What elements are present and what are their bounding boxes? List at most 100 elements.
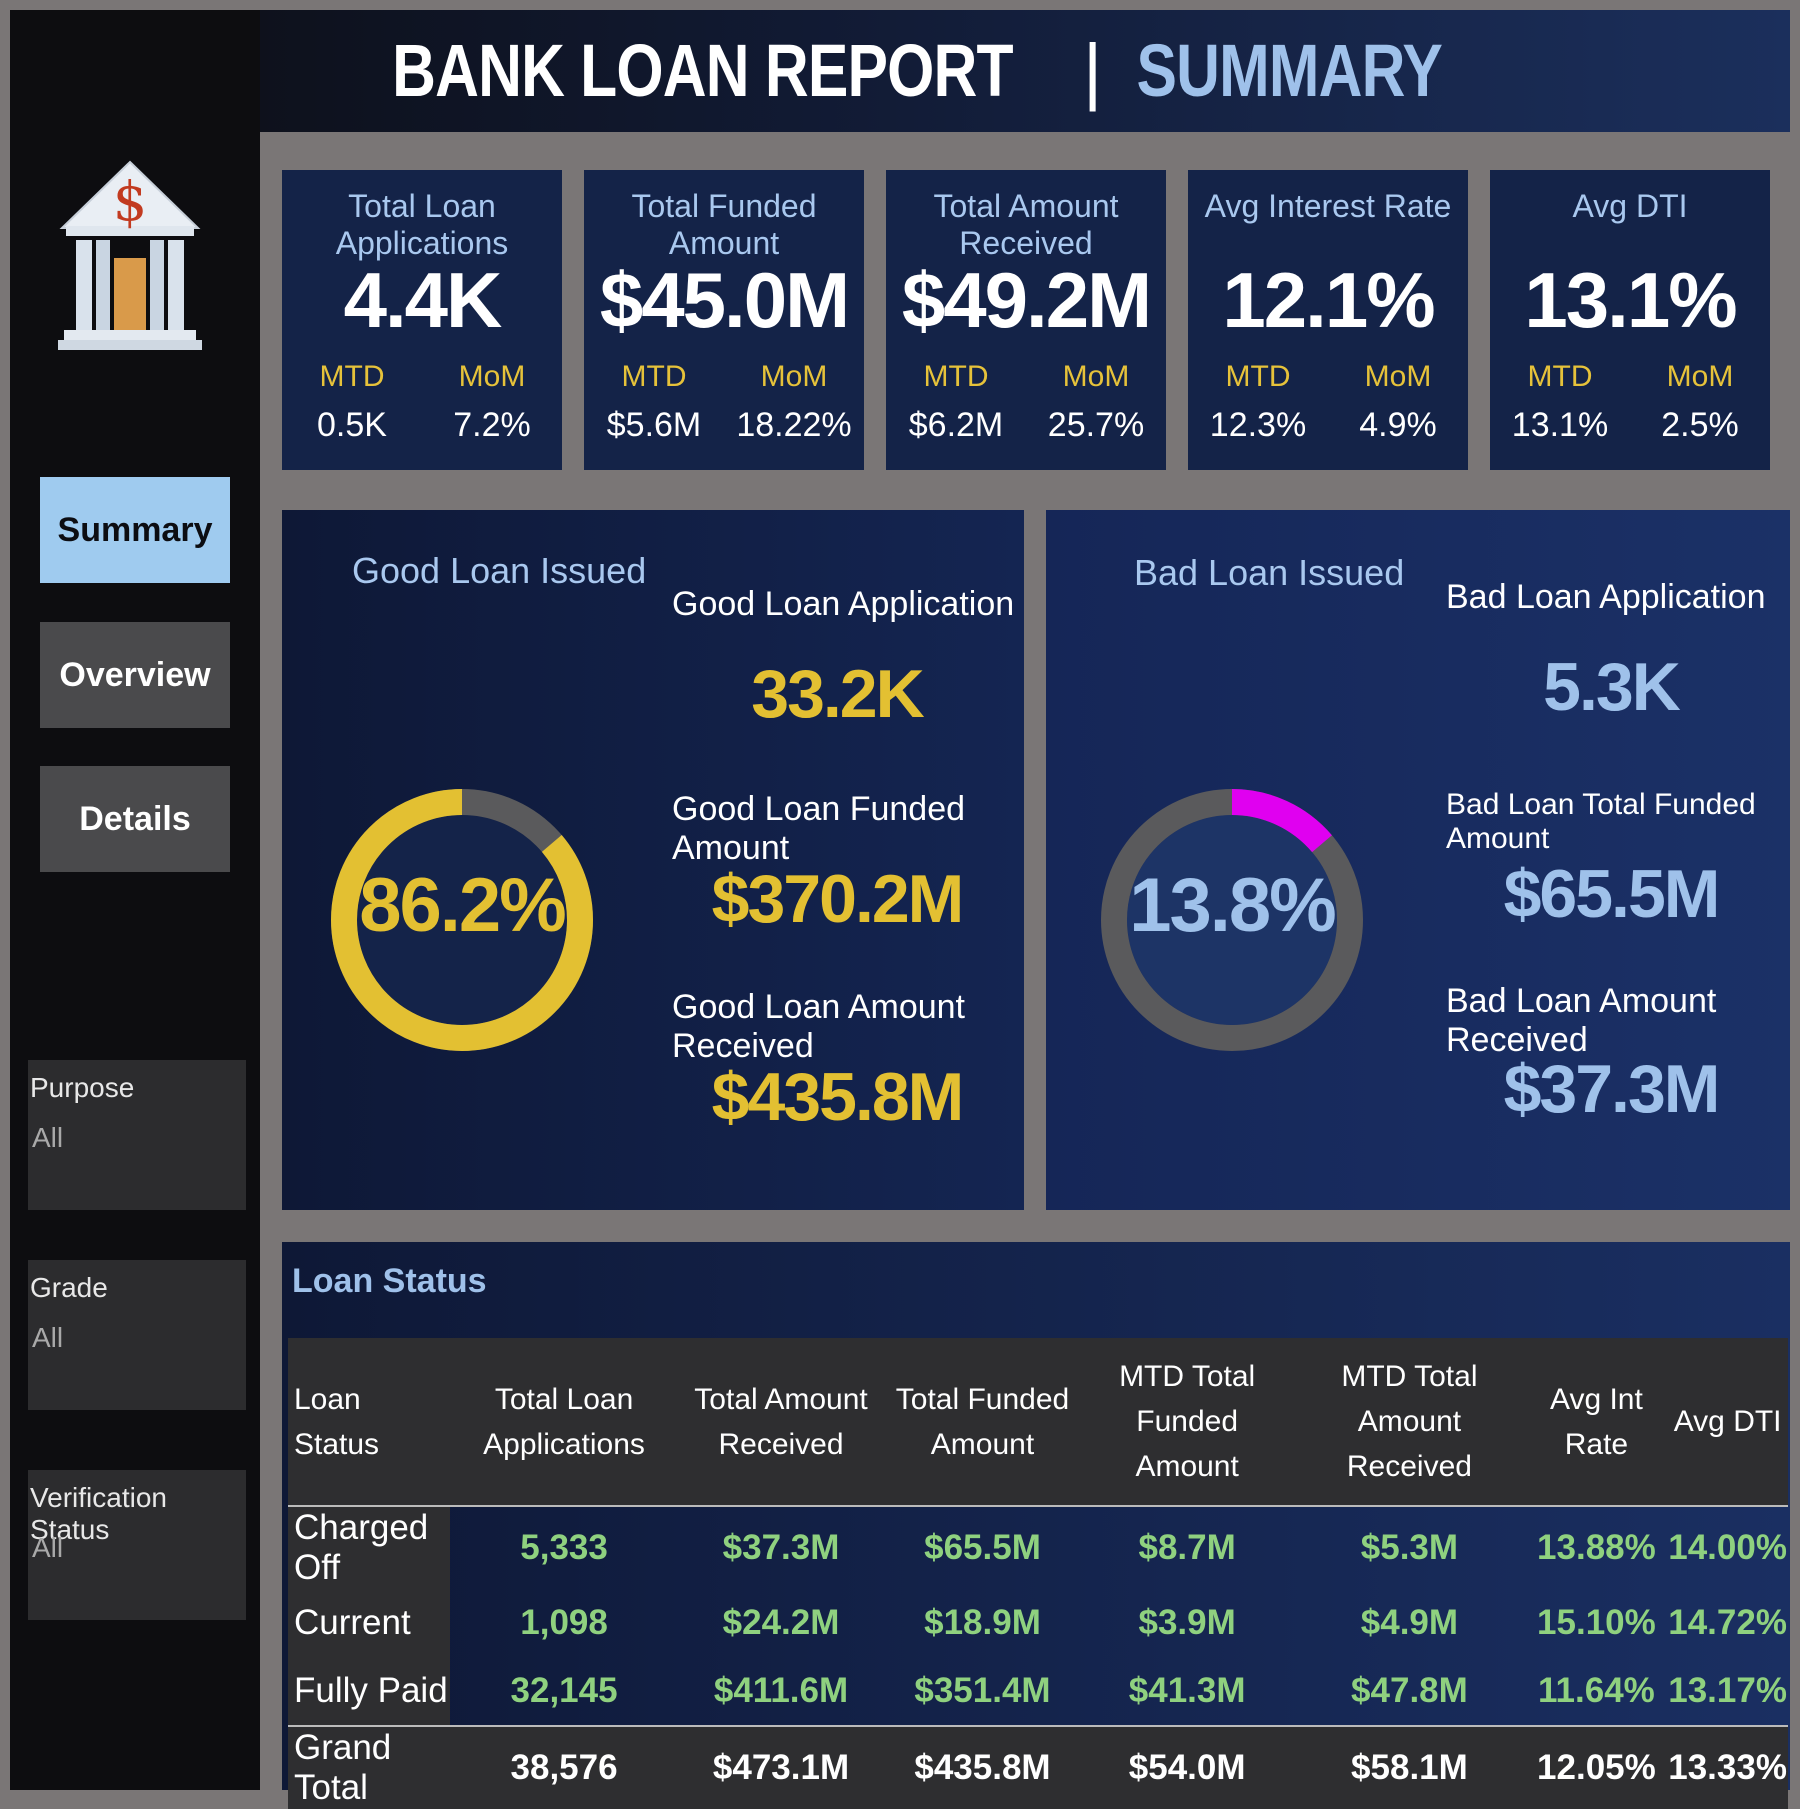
nav-details-button[interactable]: Details <box>40 766 230 872</box>
table-cell: $18.9M <box>924 1603 1041 1642</box>
bad-loan-received-value: $37.3M <box>1503 1051 1721 1127</box>
kpi-mom-label: MoM <box>458 360 526 393</box>
good-loan-title: Good Loan Issued <box>352 550 647 591</box>
table-cell: 12.05% <box>1525 1725 1668 1809</box>
table-cell: 14.72% <box>1668 1603 1787 1642</box>
good-loan-application-label: Good Loan Application <box>672 585 1015 623</box>
table-cell: $435.8M <box>883 1725 1082 1809</box>
kpi-label: Avg DTI <box>1572 188 1688 224</box>
sidebar: $ Summary Overview Details Purpose All G… <box>10 10 260 1790</box>
bad-loan-panel: Bad Loan Issued 13.8% Bad Loan Applicati… <box>1046 510 1790 1210</box>
kpi-mtd-value: 0.5K <box>317 406 387 444</box>
kpi-mom-value: 7.2% <box>453 406 531 444</box>
column-header: Avg Int Rate <box>1525 1338 1668 1507</box>
table-cell: 13.33% <box>1667 1725 1788 1809</box>
table-cell: 13.88% <box>1537 1528 1656 1567</box>
filter-verification-status-value[interactable]: All <box>32 1532 63 1564</box>
bank-dollar-icon: $ <box>58 160 202 350</box>
loan-status-title: Loan Status <box>292 1262 487 1300</box>
good-loan-percent: 86.2% <box>359 863 567 948</box>
table-cell: 38,576 <box>450 1725 679 1809</box>
bad-loan-application-value: 5.3K <box>1543 649 1681 725</box>
kpi-value: 13.1% <box>1524 256 1737 344</box>
filter-grade-label: Grade <box>30 1272 108 1303</box>
filter-grade-value[interactable]: All <box>32 1322 63 1354</box>
title-main: BANK LOAN REPORT <box>392 28 1013 112</box>
bad-loan-percent: 13.8% <box>1129 863 1337 948</box>
kpi-mom-label: MoM <box>1062 360 1130 393</box>
bad-loan-funded-value: $65.5M <box>1503 856 1721 932</box>
kpi-mom-label: MoM <box>1666 360 1734 393</box>
table-cell: $37.3M <box>722 1528 840 1567</box>
table-cell: $5.3M <box>1360 1528 1459 1567</box>
good-loan-funded-value: $370.2M <box>711 861 965 937</box>
table-cell: Grand Total <box>288 1725 450 1809</box>
filter-purpose[interactable]: Purpose All <box>28 1060 246 1210</box>
table-cell: $54.0M <box>1081 1725 1294 1809</box>
kpi-mom-label: MoM <box>1364 360 1432 393</box>
table-cell: $351.4M <box>914 1671 1051 1710</box>
filter-purpose-value[interactable]: All <box>32 1122 63 1154</box>
kpi-mom-label: MoM <box>760 360 828 393</box>
kpi-mom-value: 18.22% <box>736 406 852 444</box>
table-row: Current 1,098 $24.2M $18.9M $3.9M $4.9M … <box>288 1589 1788 1657</box>
column-header: Avg DTI <box>1667 1338 1788 1507</box>
bad-loan-funded-label: Bad Loan Total Funded Amount <box>1446 788 1756 855</box>
kpi-mom-value: 4.9% <box>1359 406 1437 444</box>
table-cell: Charged Off <box>288 1506 450 1589</box>
kpi-mtd-value: 13.1% <box>1511 406 1609 444</box>
table-header-row: Loan Status Total Loan Applications Tota… <box>288 1338 1788 1507</box>
table-cell: $3.9M <box>1138 1603 1236 1642</box>
kpi-mtd-label: MTD <box>1225 360 1291 393</box>
table-cell: $473.1M <box>678 1725 884 1809</box>
table-cell: 1,098 <box>520 1603 608 1642</box>
nav-overview-button[interactable]: Overview <box>40 622 230 728</box>
table-cell: $411.6M <box>713 1671 849 1710</box>
kpi-total-funded-amount: Total Funded Amount $45.0M MTD $5.6M MoM 1… <box>584 170 864 470</box>
loan-status-table: Loan Status Total Loan Applications Tota… <box>288 1338 1788 1809</box>
kpi-avg-dti: Avg DTI 13.1% MTD 13.1% MoM 2.5% <box>1490 170 1770 470</box>
column-header: Total Funded Amount <box>883 1338 1082 1507</box>
nav-summary-button[interactable]: Summary <box>40 477 230 583</box>
kpi-mtd-label: MTD <box>1527 360 1593 393</box>
table-cell: 5,333 <box>520 1528 608 1567</box>
kpi-mtd-value: $6.2M <box>908 406 1004 444</box>
table-cell: Current <box>288 1589 450 1657</box>
table-cell: 13.17% <box>1668 1671 1787 1710</box>
loan-status-panel: Loan Status Loan Status Total Loan Appli… <box>282 1242 1790 1809</box>
table-row: Fully Paid 32,145 $411.6M $351.4M $41.3M… <box>288 1657 1788 1726</box>
filter-purpose-label: Purpose <box>30 1072 135 1103</box>
kpi-mtd-label: MTD <box>923 360 989 393</box>
table-cell: 11.64% <box>1538 1671 1655 1710</box>
table-cell: $8.7M <box>1138 1528 1236 1567</box>
kpi-avg-interest-rate: Avg Interest Rate 12.1% MTD 12.3% MoM 4.9% <box>1188 170 1468 470</box>
bad-loan-received-label: Bad Loan Amount Received <box>1446 982 1717 1059</box>
filter-verification-status[interactable]: Verification Status All <box>28 1470 246 1620</box>
kpi-label: Avg Interest Rate <box>1204 188 1452 224</box>
column-header: Loan Status <box>288 1338 450 1507</box>
good-loan-funded-label: Good Loan Funded Amount <box>672 790 966 867</box>
column-header: Total Loan Applications <box>450 1338 679 1507</box>
filter-grade[interactable]: Grade All <box>28 1260 246 1410</box>
svg-text:$: $ <box>113 170 147 233</box>
column-header: Total Amount Received <box>678 1338 884 1507</box>
page-title: BANK LOAN REPORT | SUMMARY <box>10 10 1790 130</box>
kpi-mtd-value: 12.3% <box>1209 406 1307 444</box>
good-loan-received-value: $435.8M <box>711 1059 965 1135</box>
column-header: MTD Total Amount Received <box>1293 1338 1526 1507</box>
table-cell: $58.1M <box>1293 1725 1526 1809</box>
kpi-total-loan-applications: Total Loan Applications 4.4K MTD 0.5K MoM… <box>282 170 562 470</box>
kpi-label: Total Amount Received <box>933 188 1119 261</box>
column-header: MTD Total Funded Amount <box>1081 1338 1294 1507</box>
kpi-mom-value: 25.7% <box>1047 406 1145 444</box>
good-loan-panel: Good Loan Issued 86.2% Good Loan Applica… <box>282 510 1024 1210</box>
kpi-value: $45.0M <box>599 256 850 344</box>
title-sub: SUMMARY <box>1136 28 1443 112</box>
table-cell: $24.2M <box>722 1603 840 1642</box>
table-cell: $65.5M <box>924 1528 1041 1567</box>
kpi-mtd-label: MTD <box>621 360 687 393</box>
kpi-mom-value: 2.5% <box>1661 406 1739 444</box>
table-total-row: Grand Total 38,576 $473.1M $435.8M $54.0… <box>288 1725 1788 1809</box>
dashboard-frame: $ Summary Overview Details Purpose All G… <box>10 10 1790 1809</box>
table-cell: Fully Paid <box>288 1657 450 1726</box>
